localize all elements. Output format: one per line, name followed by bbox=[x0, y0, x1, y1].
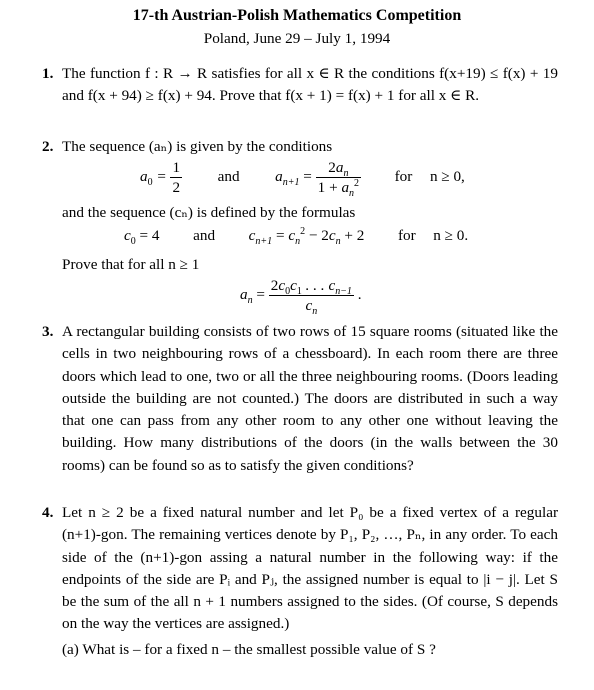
for-word: for bbox=[394, 167, 413, 185]
problem-number: 3. bbox=[42, 323, 54, 340]
and-word: and bbox=[217, 167, 240, 185]
fraction-recurrence: 2an 1 + an2 bbox=[315, 159, 362, 200]
condition-n-ge-0: n ≥ 0, bbox=[429, 167, 465, 185]
problem-4: 4. Let n ≥ 2 be a fixed natural number a… bbox=[42, 502, 558, 661]
problem-2-mid: and the sequence (cₙ) is defined by the … bbox=[42, 202, 558, 224]
equation-c-recurrence: c0 = 4 and cn+1 = cn2 − 2cn + 2 for n ≥ … bbox=[124, 225, 469, 248]
problem-3: 3. A rectangular building consists of tw… bbox=[42, 321, 558, 477]
fraction-product: 2c0c1 . . . cn−1 cn bbox=[268, 277, 354, 318]
for-word: for bbox=[397, 227, 416, 244]
problem-2-mid-text: and the sequence (cₙ) is defined by the … bbox=[62, 204, 356, 221]
and-word: and bbox=[193, 227, 216, 244]
problem-number: 2. bbox=[42, 138, 54, 155]
a0-lhs: a0 = bbox=[140, 167, 167, 189]
equation-a-product: an = 2c0c1 . . . cn−1 cn . bbox=[240, 277, 362, 318]
fraction-one-half: 12 bbox=[170, 159, 183, 196]
problem-2-intro: The sequence (aₙ) is given by the condit… bbox=[62, 138, 333, 155]
problem-2: 2. The sequence (aₙ) is given by the con… bbox=[42, 136, 558, 158]
equation-a-recurrence: a0 = 12 and an+1 = 2an 1 + an2 for n ≥ 0, bbox=[140, 158, 465, 200]
condition-n-ge-0: n ≥ 0. bbox=[433, 227, 469, 244]
an1-lhs: an+1 = bbox=[275, 167, 312, 189]
c0-lhs: c0 = 4 bbox=[124, 227, 160, 248]
competition-date-location: Poland, June 29 – July 1, 1994 bbox=[203, 30, 391, 47]
problem-1: 1. The function f : R → R satisfies for … bbox=[42, 63, 558, 108]
problem-2-prove-text: Prove that for all n ≥ 1 bbox=[62, 256, 200, 273]
cn1-rhs: cn+1 = cn2 − 2cn + 2 bbox=[248, 225, 365, 248]
problem-2-intro-wrap: The sequence (aₙ) is given by the condit… bbox=[62, 136, 558, 158]
problem-4-part-a: (a) What is – for a fixed n – the smalle… bbox=[62, 640, 436, 658]
problem-number: 4. bbox=[42, 504, 54, 521]
problem-3-statement: A rectangular building consists of two r… bbox=[62, 323, 558, 474]
problem-4-statement: Let n ≥ 2 be a fixed natural number and … bbox=[62, 504, 558, 633]
problem-1-text: The function f : R → R satisfies for all… bbox=[62, 63, 558, 108]
problem-1-statement: The function f : R → R satisfies for all… bbox=[62, 65, 558, 105]
problem-number: 1. bbox=[42, 65, 54, 82]
competition-title: 17-th Austrian-Polish Mathematics Compet… bbox=[132, 7, 462, 24]
problem-2-prove: Prove that for all n ≥ 1 bbox=[42, 254, 558, 276]
